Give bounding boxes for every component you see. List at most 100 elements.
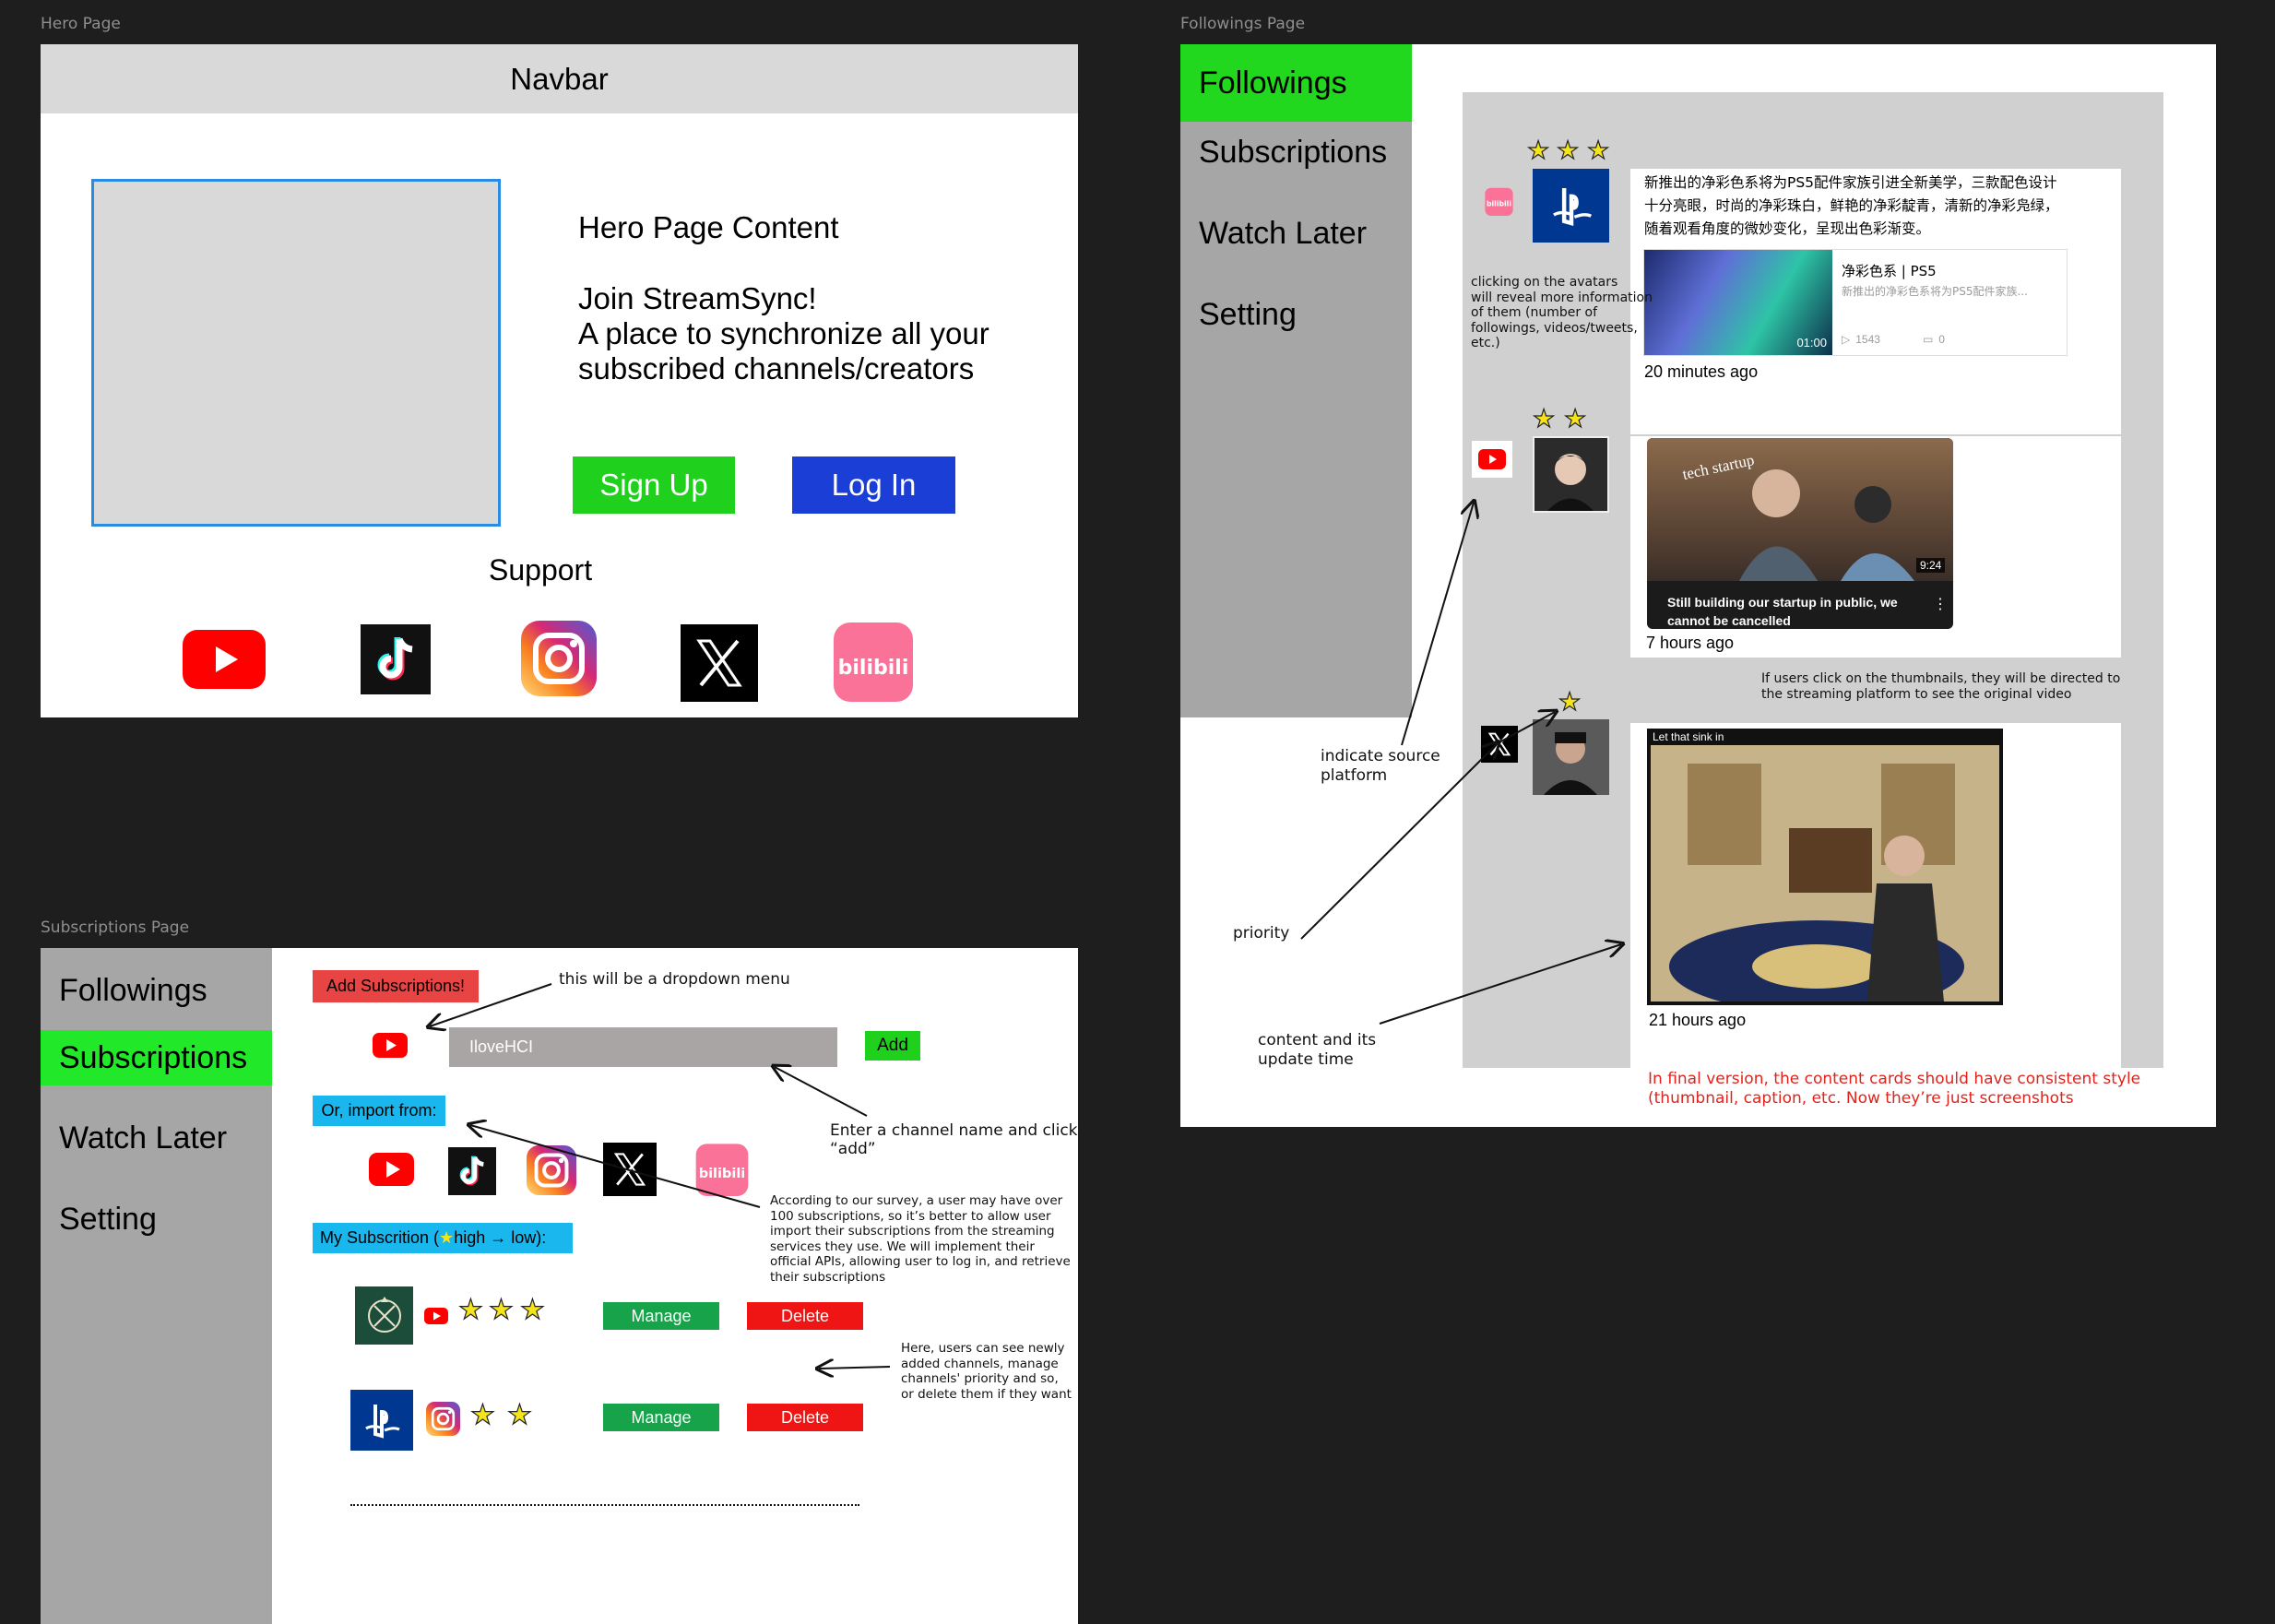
- tiktok-icon[interactable]: [361, 624, 431, 694]
- video-thumbnail[interactable]: tech startup 9:24 Still building our sta…: [1647, 438, 1953, 629]
- log-in-button[interactable]: Log In: [792, 456, 955, 514]
- video-thumbnail[interactable]: 01:00: [1644, 250, 1832, 355]
- playstation-icon[interactable]: [350, 1390, 413, 1451]
- sidebar: Followings Subscriptions Watch Later Set…: [1180, 44, 1412, 717]
- update-time: 21 hours ago: [1649, 1011, 1747, 1029]
- creator-avatar[interactable]: [1533, 436, 1609, 513]
- content-card[interactable]: Let that sink in 21 hours ago: [1630, 723, 2121, 1070]
- video-description: 新推出的净彩色系将为PS5配件家族...: [1842, 285, 2028, 298]
- instagram-icon[interactable]: [527, 1145, 576, 1195]
- navbar[interactable]: Navbar: [41, 44, 1078, 113]
- thumbnail-image: [1647, 438, 1953, 581]
- sidebar-item-followings[interactable]: Followings: [1180, 44, 1412, 122]
- video-duration: 9:24: [1916, 558, 1946, 573]
- sidebar-item-followings[interactable]: Followings: [41, 963, 272, 1018]
- x-icon: [1481, 725, 1518, 764]
- youtube-icon[interactable]: [373, 1033, 408, 1058]
- sidebar-item-watch-later[interactable]: Watch Later: [1180, 206, 1412, 261]
- x-icon[interactable]: [602, 1143, 658, 1196]
- views-icon: ▷: [1842, 333, 1851, 346]
- comments-icon: ▭: [1922, 333, 1934, 346]
- sidebar-item-setting[interactable]: Setting: [1180, 287, 1412, 342]
- view-count: 1543: [1855, 333, 1880, 346]
- manage-button[interactable]: Manage: [603, 1302, 719, 1330]
- instagram-icon: [426, 1402, 460, 1436]
- enter-channel-note: Enter a channel name and click “add”: [830, 1121, 1078, 1159]
- add-subscriptions-header[interactable]: Add Subscriptions!: [313, 970, 479, 1002]
- priority-star-icon: ★: [1526, 136, 1550, 164]
- svg-text:bilibili: bilibili: [699, 1167, 746, 1181]
- hero-content-title: Hero Page Content: [578, 210, 839, 244]
- update-time: 20 minutes ago: [1644, 362, 1759, 381]
- priority-star-icon: ★: [1586, 136, 1610, 164]
- sidebar-item-watch-later[interactable]: Watch Later: [41, 1110, 272, 1166]
- priority-star-icon: ★: [506, 1400, 532, 1430]
- update-time: 7 hours ago: [1646, 634, 1735, 652]
- star-icon: ★: [439, 1228, 455, 1247]
- priority-star-icon: ★: [457, 1295, 483, 1325]
- source-platform-note: indicate source platform: [1321, 747, 1440, 785]
- dropdown-note: this will be a dropdown menu: [559, 970, 790, 989]
- my-subscriptions-header: My Subscrition (★ high → low):: [313, 1223, 573, 1253]
- sign-up-button[interactable]: Sign Up: [573, 456, 735, 514]
- my-sub-suffix: high → low):: [454, 1228, 547, 1247]
- comment-count: 0: [1938, 333, 1945, 346]
- priority-star-icon: ★: [1532, 405, 1556, 433]
- priority-star-icon: ★: [1563, 405, 1587, 433]
- survey-note: According to our survey, a user may have…: [770, 1193, 1071, 1285]
- youtube-icon: [1472, 441, 1512, 478]
- video-caption[interactable]: Still building our startup in public, we…: [1667, 593, 1898, 629]
- bilibili-icon: bilibili: [1485, 187, 1513, 216]
- priority-star-icon: ★: [469, 1400, 495, 1430]
- svg-text:bilibili: bilibili: [1487, 199, 1511, 207]
- avatars-note: clicking on the avatars will reveal more…: [1471, 275, 1653, 350]
- more-rows-divider: [350, 1504, 859, 1506]
- post-image-caption: Let that sink in: [1653, 730, 1724, 743]
- final-version-note: In final version, the content cards shou…: [1648, 1070, 2141, 1108]
- manage-button[interactable]: Manage: [603, 1404, 719, 1431]
- video-title[interactable]: 净彩色系 | PS5: [1842, 261, 1937, 280]
- subscriptions-page-frame: Followings Subscriptions Watch Later Set…: [41, 948, 1078, 1624]
- video-embed[interactable]: 01:00 净彩色系 | PS5 新推出的净彩色系将为PS5配件家族... ▷ 1…: [1643, 249, 2068, 356]
- channel-name-input[interactable]: IloveHCI: [449, 1027, 837, 1067]
- post-image[interactable]: Let that sink in: [1647, 729, 2003, 1005]
- bilibili-icon[interactable]: bilibili: [834, 621, 913, 702]
- hero-page-frame: Navbar Hero Page Content Join StreamSync…: [41, 44, 1078, 717]
- youtube-icon[interactable]: [369, 1153, 414, 1186]
- subscriptions-frame-label: Subscriptions Page: [41, 919, 190, 937]
- priority-star-icon: ★: [1556, 136, 1580, 164]
- hero-content-body: Join StreamSync! A place to synchronize …: [578, 281, 989, 385]
- hero-frame-label: Hero Page: [41, 15, 121, 33]
- manage-note: Here, users can see newly added channels…: [901, 1341, 1072, 1402]
- add-button[interactable]: Add: [865, 1031, 920, 1061]
- my-sub-prefix: My Subscrition (: [320, 1228, 440, 1247]
- priority-star-icon: ★: [488, 1295, 514, 1325]
- more-options-icon[interactable]: ⋮: [1933, 595, 1948, 613]
- sidebar-item-setting[interactable]: Setting: [41, 1191, 272, 1247]
- youtube-icon[interactable]: [183, 630, 266, 689]
- content-card[interactable]: tech startup 9:24 Still building our sta…: [1630, 436, 2121, 658]
- import-header: Or, import from:: [313, 1096, 445, 1126]
- sidebar-item-subscriptions[interactable]: Subscriptions: [41, 1030, 272, 1085]
- hero-image-placeholder: [91, 179, 501, 527]
- youtube-icon: [424, 1308, 448, 1324]
- sidebar-item-subscriptions[interactable]: Subscriptions: [1180, 124, 1412, 180]
- x-icon[interactable]: [681, 624, 758, 702]
- svg-text:bilibili: bilibili: [838, 657, 909, 680]
- creator-avatar[interactable]: [1533, 719, 1609, 795]
- content-card[interactable]: 新推出的净彩色系将为PS5配件家族引进全新美学，三款配色设计 十分亮眼，时尚的净…: [1630, 169, 2121, 434]
- priority-star-icon: ★: [1558, 688, 1582, 716]
- playstation-icon[interactable]: [1533, 169, 1609, 243]
- thumbnails-note: If users click on the thumbnails, they w…: [1761, 671, 2121, 702]
- tiktok-icon[interactable]: [448, 1147, 496, 1195]
- crest-icon[interactable]: [355, 1286, 413, 1345]
- content-note: content and its update time: [1258, 1031, 1377, 1069]
- sidebar: Followings Subscriptions Watch Later Set…: [41, 948, 272, 1624]
- video-stats: ▷ 1543 ▭ 0: [1842, 333, 1945, 346]
- priority-note: priority: [1233, 924, 1290, 942]
- delete-button[interactable]: Delete: [747, 1302, 863, 1330]
- instagram-icon[interactable]: [521, 621, 597, 696]
- bilibili-icon[interactable]: bilibili: [695, 1143, 749, 1196]
- delete-button[interactable]: Delete: [747, 1404, 863, 1431]
- followings-frame-label: Followings Page: [1180, 15, 1306, 33]
